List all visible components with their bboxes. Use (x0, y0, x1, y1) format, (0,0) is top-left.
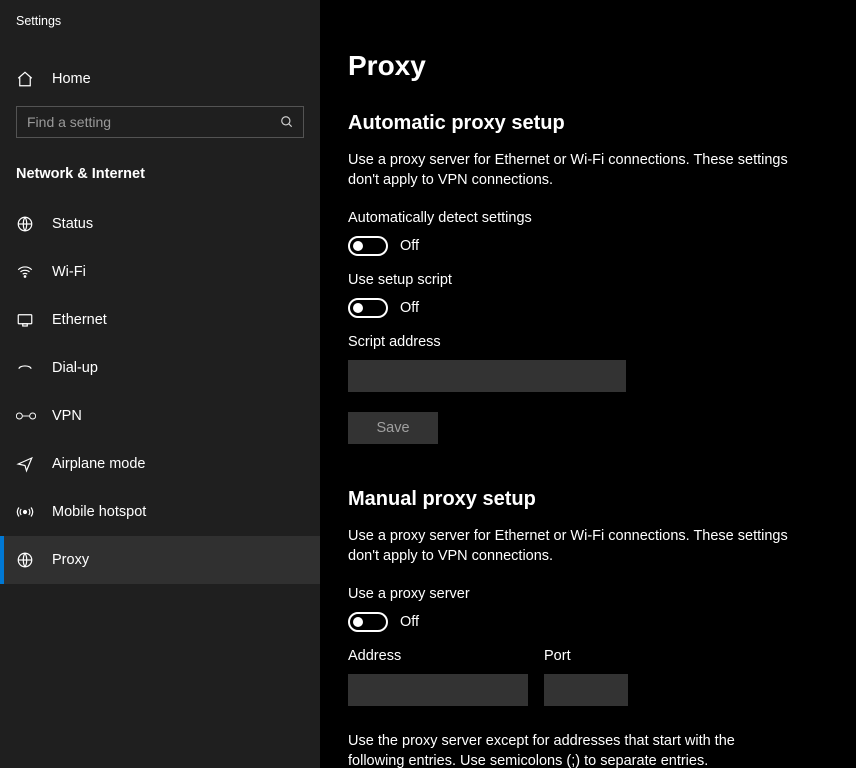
page-title: Proxy (348, 50, 856, 82)
section-manual-heading: Manual proxy setup (348, 488, 856, 511)
use-proxy-toggle[interactable] (348, 612, 388, 632)
auto-detect-toggle[interactable] (348, 236, 388, 256)
section-manual-desc: Use a proxy server for Ethernet or Wi-Fi… (348, 527, 788, 566)
hotspot-icon (16, 503, 36, 521)
auto-detect-label: Automatically detect settings (348, 210, 856, 226)
sidebar-item-home[interactable]: Home (0, 60, 320, 98)
nav-label: Wi-Fi (52, 264, 86, 280)
sidebar-item-wifi[interactable]: Wi-Fi (0, 248, 320, 296)
address-input[interactable] (348, 674, 528, 706)
nav-label: Airplane mode (52, 456, 146, 472)
sidebar-item-proxy[interactable]: Proxy (0, 536, 320, 584)
section-auto-desc: Use a proxy server for Ethernet or Wi-Fi… (348, 151, 788, 190)
home-icon (16, 70, 36, 88)
home-label: Home (52, 71, 91, 87)
script-address-input[interactable] (348, 360, 626, 392)
nav-label: VPN (52, 408, 82, 424)
save-button[interactable]: Save (348, 412, 438, 444)
auto-detect-state: Off (400, 238, 419, 254)
except-text: Use the proxy server except for addresse… (348, 732, 788, 768)
app-title: Settings (0, 10, 320, 42)
setup-script-toggle[interactable] (348, 298, 388, 318)
port-label: Port (544, 648, 628, 664)
nav-label: Dial-up (52, 360, 98, 376)
proxy-icon (16, 551, 36, 569)
dialup-icon (16, 359, 36, 377)
nav-label: Status (52, 216, 93, 232)
script-address-label: Script address (348, 334, 856, 350)
port-input[interactable] (544, 674, 628, 706)
use-proxy-label: Use a proxy server (348, 586, 856, 602)
sidebar: Settings Home Network & Internet (0, 0, 320, 768)
nav-label: Ethernet (52, 312, 107, 328)
setup-script-label: Use setup script (348, 272, 856, 288)
nav-label: Proxy (52, 552, 89, 568)
sidebar-item-airplane[interactable]: Airplane mode (0, 440, 320, 488)
nav-label: Mobile hotspot (52, 504, 146, 520)
category-title: Network & Internet (0, 166, 320, 182)
sidebar-item-vpn[interactable]: VPN (0, 392, 320, 440)
sidebar-item-ethernet[interactable]: Ethernet (0, 296, 320, 344)
section-auto-heading: Automatic proxy setup (348, 112, 856, 135)
nav-list: Status Wi-Fi Ethernet (0, 200, 320, 584)
wifi-icon (16, 263, 36, 281)
sidebar-item-dialup[interactable]: Dial-up (0, 344, 320, 392)
sidebar-item-hotspot[interactable]: Mobile hotspot (0, 488, 320, 536)
ethernet-icon (16, 311, 36, 329)
search-input[interactable] (16, 106, 304, 138)
airplane-icon (16, 455, 36, 473)
address-label: Address (348, 648, 528, 664)
use-proxy-state: Off (400, 614, 419, 630)
sidebar-item-status[interactable]: Status (0, 200, 320, 248)
main-content: Proxy Automatic proxy setup Use a proxy … (320, 0, 856, 768)
vpn-icon (16, 409, 36, 423)
setup-script-state: Off (400, 300, 419, 316)
status-icon (16, 215, 36, 233)
